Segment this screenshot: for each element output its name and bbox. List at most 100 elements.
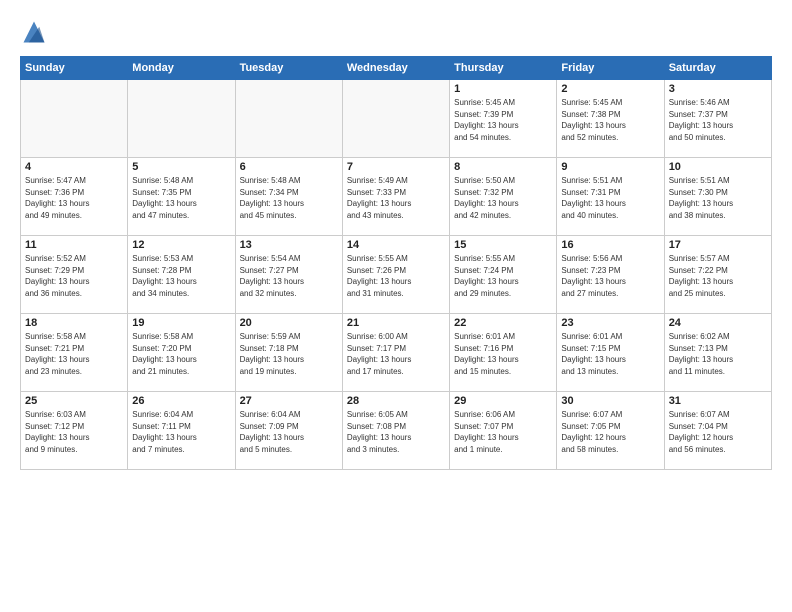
day-number: 23 xyxy=(561,317,659,329)
weekday-header: Saturday xyxy=(664,57,771,80)
weekday-header: Tuesday xyxy=(235,57,342,80)
day-number: 30 xyxy=(561,395,659,407)
calendar-cell: 30 Sunrise: 6:07 AM Sunset: 7:05 PM Dayli… xyxy=(557,392,664,470)
calendar-cell: 19 Sunrise: 5:58 AM Sunset: 7:20 PM Dayli… xyxy=(128,314,235,392)
day-number: 2 xyxy=(561,83,659,95)
cell-info: Sunrise: 6:04 AM Sunset: 7:11 PM Dayligh… xyxy=(132,409,230,455)
day-number: 17 xyxy=(669,239,767,251)
cell-info: Sunrise: 6:00 AM Sunset: 7:17 PM Dayligh… xyxy=(347,331,445,377)
cell-info: Sunrise: 5:56 AM Sunset: 7:23 PM Dayligh… xyxy=(561,253,659,299)
cell-info: Sunrise: 5:53 AM Sunset: 7:28 PM Dayligh… xyxy=(132,253,230,299)
cell-info: Sunrise: 5:55 AM Sunset: 7:26 PM Dayligh… xyxy=(347,253,445,299)
day-number: 28 xyxy=(347,395,445,407)
weekday-header: Thursday xyxy=(450,57,557,80)
calendar-cell: 1Sunrise: 5:45 AM Sunset: 7:39 PM Daylig… xyxy=(450,80,557,158)
cell-info: Sunrise: 5:59 AM Sunset: 7:18 PM Dayligh… xyxy=(240,331,338,377)
cell-info: Sunrise: 6:02 AM Sunset: 7:13 PM Dayligh… xyxy=(669,331,767,377)
calendar-week-row: 4 Sunrise: 5:47 AM Sunset: 7:36 PM Daylig… xyxy=(21,158,772,236)
calendar-cell: 31Sunrise: 6:07 AM Sunset: 7:04 PM Dayli… xyxy=(664,392,771,470)
calendar-page: SundayMondayTuesdayWednesdayThursdayFrid… xyxy=(0,0,792,612)
cell-info: Sunrise: 6:01 AM Sunset: 7:16 PM Dayligh… xyxy=(454,331,552,377)
calendar-cell: 15Sunrise: 5:55 AM Sunset: 7:24 PM Dayli… xyxy=(450,236,557,314)
calendar-cell: 4 Sunrise: 5:47 AM Sunset: 7:36 PM Daylig… xyxy=(21,158,128,236)
day-number: 3 xyxy=(669,83,767,95)
cell-info: Sunrise: 6:04 AM Sunset: 7:09 PM Dayligh… xyxy=(240,409,338,455)
day-number: 15 xyxy=(454,239,552,251)
calendar-cell: 6 Sunrise: 5:48 AM Sunset: 7:34 PM Daylig… xyxy=(235,158,342,236)
calendar-cell: 8Sunrise: 5:50 AM Sunset: 7:32 PM Daylig… xyxy=(450,158,557,236)
day-number: 4 xyxy=(25,161,123,173)
calendar-cell: 28 Sunrise: 6:05 AM Sunset: 7:08 PM Dayli… xyxy=(342,392,449,470)
cell-info: Sunrise: 6:06 AM Sunset: 7:07 PM Dayligh… xyxy=(454,409,552,455)
calendar-cell: 2 Sunrise: 5:45 AM Sunset: 7:38 PM Daylig… xyxy=(557,80,664,158)
cell-info: Sunrise: 5:47 AM Sunset: 7:36 PM Dayligh… xyxy=(25,175,123,221)
cell-info: Sunrise: 5:58 AM Sunset: 7:20 PM Dayligh… xyxy=(132,331,230,377)
calendar-week-row: 18 Sunrise: 5:58 AM Sunset: 7:21 PM Dayli… xyxy=(21,314,772,392)
calendar-week-row: 11 Sunrise: 5:52 AM Sunset: 7:29 PM Dayli… xyxy=(21,236,772,314)
weekday-header-row: SundayMondayTuesdayWednesdayThursdayFrid… xyxy=(21,57,772,80)
day-number: 6 xyxy=(240,161,338,173)
cell-info: Sunrise: 5:57 AM Sunset: 7:22 PM Dayligh… xyxy=(669,253,767,299)
calendar-week-row: 25 Sunrise: 6:03 AM Sunset: 7:12 PM Dayli… xyxy=(21,392,772,470)
header xyxy=(20,18,772,46)
calendar-cell: 10 Sunrise: 5:51 AM Sunset: 7:30 PM Dayli… xyxy=(664,158,771,236)
logo-icon xyxy=(20,18,48,46)
cell-info: Sunrise: 5:52 AM Sunset: 7:29 PM Dayligh… xyxy=(25,253,123,299)
calendar-cell xyxy=(342,80,449,158)
calendar-cell: 13Sunrise: 5:54 AM Sunset: 7:27 PM Dayli… xyxy=(235,236,342,314)
cell-info: Sunrise: 5:50 AM Sunset: 7:32 PM Dayligh… xyxy=(454,175,552,221)
calendar-cell xyxy=(235,80,342,158)
calendar-cell: 27Sunrise: 6:04 AM Sunset: 7:09 PM Dayli… xyxy=(235,392,342,470)
day-number: 25 xyxy=(25,395,123,407)
day-number: 13 xyxy=(240,239,338,251)
day-number: 18 xyxy=(25,317,123,329)
calendar-table: SundayMondayTuesdayWednesdayThursdayFrid… xyxy=(20,56,772,470)
cell-info: Sunrise: 6:03 AM Sunset: 7:12 PM Dayligh… xyxy=(25,409,123,455)
day-number: 7 xyxy=(347,161,445,173)
calendar-cell: 18 Sunrise: 5:58 AM Sunset: 7:21 PM Dayli… xyxy=(21,314,128,392)
calendar-cell: 16Sunrise: 5:56 AM Sunset: 7:23 PM Dayli… xyxy=(557,236,664,314)
calendar-cell: 24Sunrise: 6:02 AM Sunset: 7:13 PM Dayli… xyxy=(664,314,771,392)
calendar-cell xyxy=(21,80,128,158)
cell-info: Sunrise: 5:49 AM Sunset: 7:33 PM Dayligh… xyxy=(347,175,445,221)
calendar-cell: 29 Sunrise: 6:06 AM Sunset: 7:07 PM Dayli… xyxy=(450,392,557,470)
calendar-week-row: 1Sunrise: 5:45 AM Sunset: 7:39 PM Daylig… xyxy=(21,80,772,158)
calendar-cell: 7 Sunrise: 5:49 AM Sunset: 7:33 PM Daylig… xyxy=(342,158,449,236)
weekday-header: Wednesday xyxy=(342,57,449,80)
calendar-cell: 22 Sunrise: 6:01 AM Sunset: 7:16 PM Dayli… xyxy=(450,314,557,392)
calendar-cell: 11 Sunrise: 5:52 AM Sunset: 7:29 PM Dayli… xyxy=(21,236,128,314)
day-number: 26 xyxy=(132,395,230,407)
weekday-header: Sunday xyxy=(21,57,128,80)
day-number: 29 xyxy=(454,395,552,407)
calendar-cell: 17 Sunrise: 5:57 AM Sunset: 7:22 PM Dayli… xyxy=(664,236,771,314)
calendar-cell: 9Sunrise: 5:51 AM Sunset: 7:31 PM Daylig… xyxy=(557,158,664,236)
calendar-cell: 5Sunrise: 5:48 AM Sunset: 7:35 PM Daylig… xyxy=(128,158,235,236)
day-number: 31 xyxy=(669,395,767,407)
day-number: 19 xyxy=(132,317,230,329)
cell-info: Sunrise: 5:45 AM Sunset: 7:38 PM Dayligh… xyxy=(561,97,659,143)
cell-info: Sunrise: 5:48 AM Sunset: 7:34 PM Dayligh… xyxy=(240,175,338,221)
day-number: 5 xyxy=(132,161,230,173)
calendar-cell: 3 Sunrise: 5:46 AM Sunset: 7:37 PM Daylig… xyxy=(664,80,771,158)
cell-info: Sunrise: 6:05 AM Sunset: 7:08 PM Dayligh… xyxy=(347,409,445,455)
cell-info: Sunrise: 6:07 AM Sunset: 7:05 PM Dayligh… xyxy=(561,409,659,455)
day-number: 9 xyxy=(561,161,659,173)
day-number: 21 xyxy=(347,317,445,329)
calendar-cell: 26 Sunrise: 6:04 AM Sunset: 7:11 PM Dayli… xyxy=(128,392,235,470)
weekday-header: Monday xyxy=(128,57,235,80)
calendar-cell: 21 Sunrise: 6:00 AM Sunset: 7:17 PM Dayli… xyxy=(342,314,449,392)
day-number: 11 xyxy=(25,239,123,251)
cell-info: Sunrise: 5:46 AM Sunset: 7:37 PM Dayligh… xyxy=(669,97,767,143)
calendar-cell: 20Sunrise: 5:59 AM Sunset: 7:18 PM Dayli… xyxy=(235,314,342,392)
cell-info: Sunrise: 5:45 AM Sunset: 7:39 PM Dayligh… xyxy=(454,97,552,143)
calendar-cell: 23Sunrise: 6:01 AM Sunset: 7:15 PM Dayli… xyxy=(557,314,664,392)
calendar-cell xyxy=(128,80,235,158)
cell-info: Sunrise: 5:51 AM Sunset: 7:30 PM Dayligh… xyxy=(669,175,767,221)
calendar-cell: 14 Sunrise: 5:55 AM Sunset: 7:26 PM Dayli… xyxy=(342,236,449,314)
day-number: 10 xyxy=(669,161,767,173)
day-number: 22 xyxy=(454,317,552,329)
day-number: 12 xyxy=(132,239,230,251)
logo xyxy=(20,18,52,46)
day-number: 14 xyxy=(347,239,445,251)
cell-info: Sunrise: 5:58 AM Sunset: 7:21 PM Dayligh… xyxy=(25,331,123,377)
